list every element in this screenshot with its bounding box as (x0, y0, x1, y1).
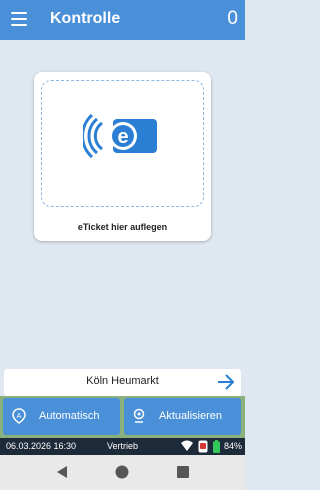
hamburger-menu-icon[interactable] (11, 12, 27, 26)
action-button-row: A Automatisch Aktualisieren (0, 396, 245, 438)
battery-percent: 84% (224, 441, 243, 451)
station-selector[interactable]: Köln Heumarkt (4, 369, 241, 396)
status-datetime: 06.03.2026 16:30 (6, 441, 77, 451)
home-icon[interactable] (115, 465, 129, 479)
automatic-button[interactable]: A Automatisch (3, 398, 120, 435)
location-pin-icon: A (12, 408, 26, 424)
station-name: Köln Heumarkt (86, 375, 159, 387)
refresh-button-label: Aktualisieren (159, 410, 222, 422)
wifi-icon (181, 440, 193, 451)
recents-icon[interactable] (177, 466, 189, 478)
status-bar: 06.03.2026 16:30 Vertrieb 84% (0, 438, 245, 455)
eticket-nfc-icon: e (83, 113, 157, 159)
eticket-card[interactable]: e eTicket hier auflegen (34, 72, 211, 241)
app-bar: Kontrolle 0 (0, 0, 245, 40)
card-label: eTicket hier auflegen (77, 222, 168, 232)
status-department: Vertrieb (107, 441, 139, 451)
location-target-icon (133, 408, 145, 423)
svg-text:A: A (17, 413, 22, 420)
ticket-counter: 0 (227, 8, 238, 29)
battery-icon (213, 440, 220, 453)
back-icon[interactable] (56, 465, 68, 479)
system-nav-bar (0, 455, 245, 490)
page-title: Kontrolle (50, 10, 121, 27)
refresh-button[interactable]: Aktualisieren (124, 398, 241, 435)
nfc-off-icon (198, 440, 208, 453)
svg-text:e: e (117, 126, 128, 148)
arrow-right-icon[interactable] (217, 374, 235, 390)
automatic-button-label: Automatisch (39, 410, 100, 422)
